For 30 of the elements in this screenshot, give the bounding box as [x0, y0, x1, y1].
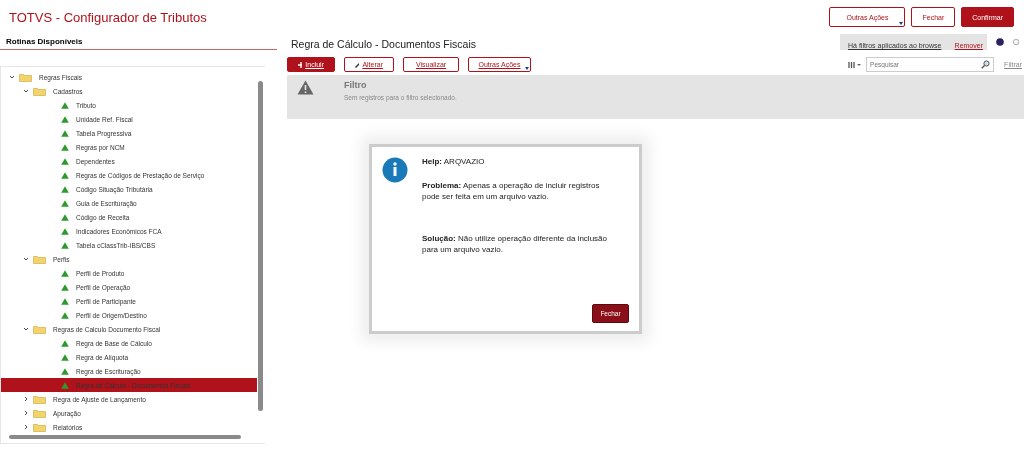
- chevron-right-icon[interactable]: [23, 424, 29, 430]
- folder-icon: [33, 408, 46, 418]
- help-heading: Help: ARQVAZIO: [422, 157, 486, 168]
- scrollbar[interactable]: [9, 435, 241, 439]
- warning-icon: [297, 80, 314, 95]
- columns-icon[interactable]: [848, 60, 863, 69]
- open-folder-icon: [33, 254, 46, 264]
- chevron-down-icon[interactable]: [23, 88, 29, 94]
- info-icon: [382, 157, 408, 183]
- chevron-down-icon[interactable]: [9, 74, 15, 80]
- banner-title: Filtro: [344, 80, 368, 90]
- search-icon[interactable]: [981, 60, 991, 69]
- solution-text: Solução: Não utilize operação diferente da inclusão para um arquivo vazio.: [422, 234, 608, 255]
- open-folder-icon: [33, 324, 46, 334]
- chevron-down-icon[interactable]: [23, 326, 29, 332]
- chevron-down-icon[interactable]: [23, 256, 29, 262]
- chevron-right-icon[interactable]: [23, 396, 29, 402]
- sidebar-title: Rotinas Disponíveis: [0, 34, 277, 50]
- pencil-icon: [355, 61, 360, 68]
- dot-icon[interactable]: [996, 38, 1004, 46]
- folder-icon: [33, 422, 46, 432]
- open-folder-icon: [19, 72, 32, 82]
- problem-text: Problema: Apenas a operação de incluir registros pode ser feita em um arquivo vazio.: [422, 181, 601, 203]
- plus-icon: [298, 61, 303, 68]
- chevron-right-icon[interactable]: [23, 410, 29, 416]
- open-folder-icon: [33, 86, 46, 96]
- app-title: TOTVS - Configurador de Tributos: [9, 9, 207, 25]
- scrollbar[interactable]: [258, 81, 263, 411]
- folder-icon: [33, 394, 46, 404]
- page-title: Regra de Cálculo - Documentos Fiscais: [290, 37, 476, 50]
